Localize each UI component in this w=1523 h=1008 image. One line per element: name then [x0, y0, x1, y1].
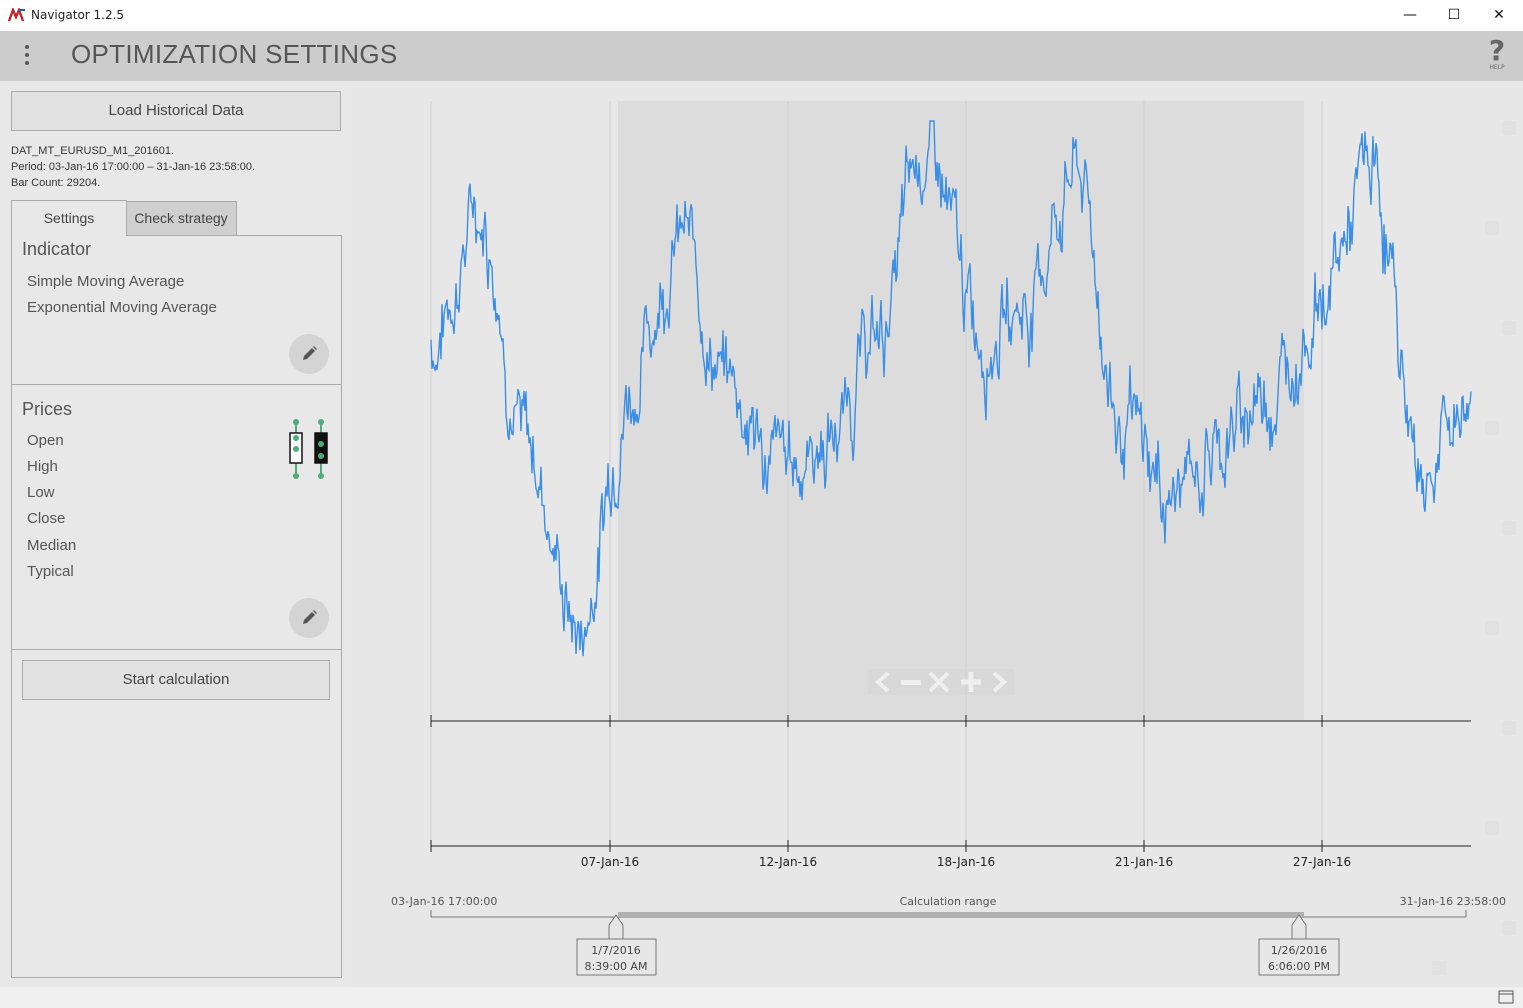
question-mark-icon: ?	[1488, 34, 1506, 67]
file-bar-count: Bar Count: 29204.	[11, 177, 101, 189]
background-pattern	[1432, 121, 1516, 975]
range-end-date: 1/26/2016	[1271, 944, 1327, 957]
tab-settings[interactable]: Settings	[11, 200, 127, 236]
status-bar	[0, 987, 1523, 1008]
chart-area: 07-Jan-16 12-Jan-16 18-Jan-16 21-Jan-16 27-J…	[352, 81, 1523, 987]
price-item-typical[interactable]: Typical	[27, 563, 74, 580]
edit-indicator-button[interactable]	[289, 334, 329, 374]
price-chart[interactable]: 07-Jan-16 12-Jan-16 18-Jan-16 21-Jan-16 27-J…	[352, 81, 1523, 987]
close-button[interactable]: ✕	[1476, 0, 1522, 31]
help-label: HELP	[1489, 64, 1505, 71]
x-tick-label: 27-Jan-16	[1293, 855, 1351, 869]
start-calculation-button[interactable]: Start calculation	[22, 660, 330, 700]
price-item-median[interactable]: Median	[27, 537, 76, 554]
range-start-date: 1/7/2016	[591, 944, 640, 957]
app-header: OPTIMIZATION SETTINGS ? HELP	[0, 31, 1523, 81]
pencil-icon	[303, 610, 317, 624]
section-divider	[12, 384, 341, 385]
file-info: DAT_MT_EURUSD_M1_201601. Period: 03-Jan-…	[11, 143, 255, 191]
range-end-handle[interactable]: 1/26/2016 6:06:00 PM	[1258, 914, 1340, 976]
maximize-button[interactable]: ☐	[1431, 0, 1477, 31]
settings-tab-content: Indicator Simple Moving Average Exponent…	[11, 235, 342, 978]
app-logo-icon	[8, 8, 25, 22]
range-start-handle[interactable]: 1/7/2016 8:39:00 AM	[576, 914, 657, 976]
range-title: Calculation range	[900, 895, 997, 908]
indicator-item-sma[interactable]: Simple Moving Average	[27, 273, 184, 290]
zoom-out-icon[interactable]	[901, 680, 921, 685]
tab-check-strategy[interactable]: Check strategy	[125, 201, 237, 236]
settings-panel: Load Historical Data DAT_MT_EURUSD_M1_20…	[0, 81, 352, 987]
vertical-dots-icon[interactable]	[18, 41, 36, 71]
page-title: OPTIMIZATION SETTINGS	[71, 39, 398, 69]
range-end-label: 31-Jan-16 23:58:00	[1400, 895, 1506, 908]
x-tick-label: 07-Jan-16	[581, 855, 639, 869]
x-tick-label: 12-Jan-16	[759, 855, 817, 869]
price-item-high[interactable]: High	[27, 458, 58, 475]
indicator-heading: Indicator	[22, 239, 92, 259]
help-button[interactable]: ? HELP	[1482, 37, 1512, 77]
pencil-icon	[303, 346, 317, 360]
indicator-item-ema[interactable]: Exponential Moving Average	[27, 299, 217, 316]
prices-heading: Prices	[22, 399, 73, 419]
selection-band	[618, 101, 1304, 720]
window-title: Navigator 1.2.5	[31, 8, 125, 22]
minimize-button[interactable]: —	[1387, 0, 1433, 31]
file-period: Period: 03-Jan-16 17:00:00 – 31-Jan-16 2…	[11, 161, 256, 173]
edit-prices-button[interactable]	[289, 598, 329, 638]
price-item-low[interactable]: Low	[27, 484, 55, 501]
range-start-time: 8:39:00 AM	[585, 960, 648, 973]
x-tick-label: 18-Jan-16	[937, 855, 995, 869]
resize-grip-icon[interactable]	[1498, 990, 1514, 1004]
candlestick-icon	[289, 419, 328, 479]
x-tick-label: 21-Jan-16	[1115, 855, 1173, 869]
section-divider	[12, 649, 341, 650]
range-start-label: 03-Jan-16 17:00:00	[391, 895, 497, 908]
price-item-close[interactable]: Close	[27, 510, 65, 527]
load-historical-data-button[interactable]: Load Historical Data	[11, 91, 341, 131]
window-titlebar: Navigator 1.2.5 — ☐ ✕	[0, 0, 1523, 31]
range-selected	[618, 912, 1304, 917]
zoom-controls	[868, 669, 1014, 695]
price-item-open[interactable]: Open	[27, 432, 64, 449]
file-name: DAT_MT_EURUSD_M1_201601.	[11, 145, 175, 157]
range-end-time: 6:06:00 PM	[1268, 960, 1330, 973]
